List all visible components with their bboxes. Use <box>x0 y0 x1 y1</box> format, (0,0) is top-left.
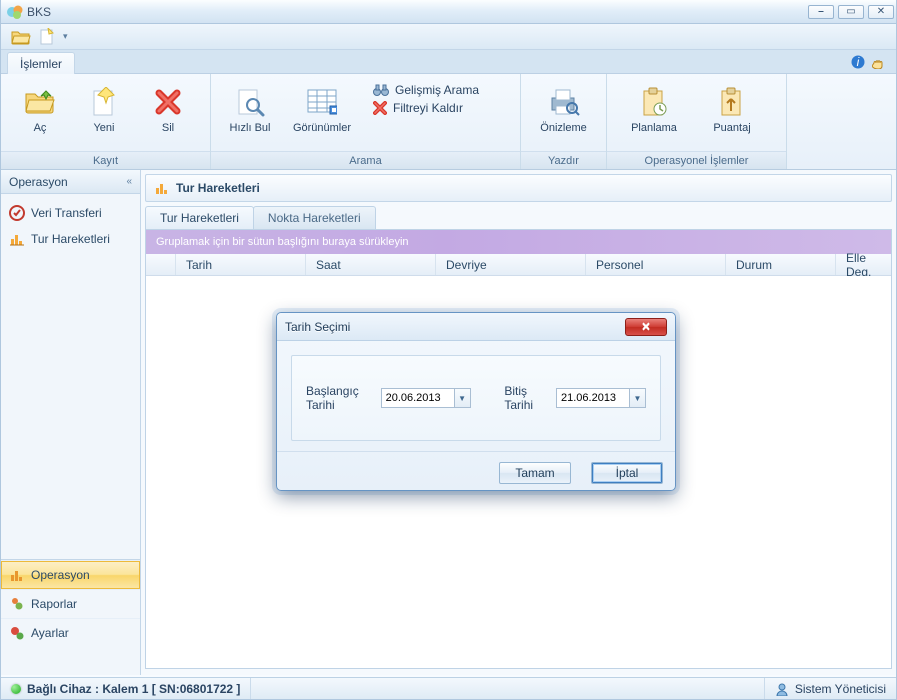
start-date-input[interactable] <box>382 392 454 404</box>
date-dialog: Tarih Seçimi ✕ Başlangıç Tarihi ▼ Bitiş … <box>276 312 676 491</box>
dialog-title-bar[interactable]: Tarih Seçimi ✕ <box>277 313 675 341</box>
app-window: BKS ⎯ ▭ ✕ ▾ İşlemler i <box>0 0 897 700</box>
start-date-picker[interactable]: ▼ <box>381 388 471 408</box>
end-date-label: Bitiş Tarihi <box>504 384 546 412</box>
end-date-input[interactable] <box>557 392 629 404</box>
end-date-picker[interactable]: ▼ <box>556 388 646 408</box>
chevron-down-icon[interactable]: ▼ <box>454 389 470 407</box>
start-date-label: Başlangıç Tarihi <box>306 384 371 412</box>
modal-layer: Tarih Seçimi ✕ Başlangıç Tarihi ▼ Bitiş … <box>1 0 896 699</box>
chevron-down-icon[interactable]: ▼ <box>629 389 645 407</box>
ok-button[interactable]: Tamam <box>499 462 571 484</box>
dialog-button-row: Tamam İptal <box>277 451 675 490</box>
cancel-button[interactable]: İptal <box>591 462 663 484</box>
dialog-close-button[interactable]: ✕ <box>625 318 667 336</box>
dialog-title: Tarih Seçimi <box>285 320 350 334</box>
